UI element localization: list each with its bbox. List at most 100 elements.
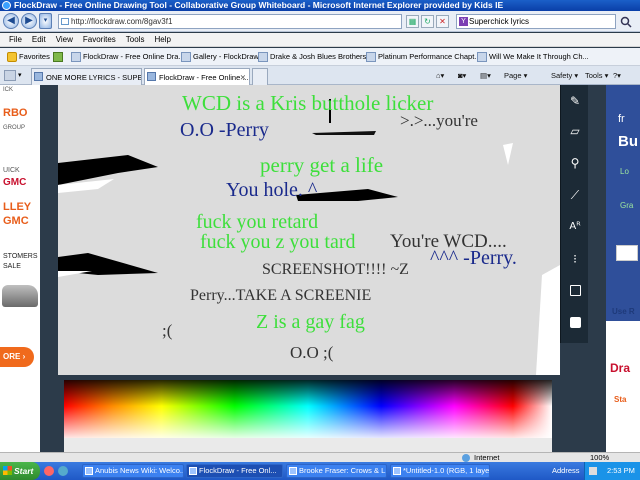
page-icon xyxy=(366,52,376,62)
favorite-item[interactable]: Drake & Josh Blues Brothers ... xyxy=(257,48,375,65)
canvas-text: perry get a life xyxy=(260,153,384,177)
ad-text: ICK xyxy=(3,87,14,93)
menu-tools-command[interactable]: Tools ▾ xyxy=(585,66,608,85)
canvas-text: ;( xyxy=(162,321,173,340)
taskbar-item[interactable]: Brooke Fraser: Crows & L... xyxy=(286,464,387,478)
ad-more-button[interactable]: ORE › xyxy=(0,347,34,367)
new-tab-button[interactable] xyxy=(252,68,268,85)
page-margin xyxy=(40,85,58,452)
menu-file[interactable]: File xyxy=(0,33,27,47)
tab-flockdraw[interactable]: FlockDraw - Free Online ... ✕ xyxy=(144,68,250,85)
tab-row: ▾ ONE MORE LYRICS - SUPE... FlockDraw - … xyxy=(0,66,640,85)
quicklaunch-icon[interactable] xyxy=(58,466,68,476)
tab-lyrics[interactable]: ONE MORE LYRICS - SUPE... xyxy=(31,68,142,85)
canvas-text: Perry...TAKE A SCREENIE xyxy=(190,287,372,304)
stop-icon[interactable]: ✕ xyxy=(436,15,449,28)
quick-tabs-icon[interactable] xyxy=(4,70,16,81)
flockdraw-favicon xyxy=(71,52,81,62)
canvas-text: O.O -Perry xyxy=(180,119,269,141)
tray-icon[interactable] xyxy=(589,467,597,475)
taskbar: Start Anubis News Wiki: Welco... FlockDr… xyxy=(0,462,640,480)
address-toolbar-label[interactable]: Address xyxy=(552,462,580,480)
favorites-button[interactable]: Favorites xyxy=(6,48,50,65)
help-icon[interactable]: ?▾ xyxy=(613,66,621,85)
ie-icon xyxy=(2,1,11,10)
status-bar: Internet 100% xyxy=(0,452,640,462)
menu-edit[interactable]: Edit xyxy=(27,33,51,47)
page-margin xyxy=(552,380,560,452)
line-icon[interactable]: ⟋ xyxy=(565,185,585,205)
color-square-icon[interactable] xyxy=(565,313,585,333)
drawing-canvas[interactable]: WCD is a Kris butthole licker O.O -Perry… xyxy=(58,85,560,375)
right-advertisement[interactable]: fr Bu Lo Gra Use R Dra Sta xyxy=(606,85,640,452)
window-icon xyxy=(85,467,93,475)
menu-view[interactable]: View xyxy=(51,33,78,47)
menu-page[interactable]: Page ▾ xyxy=(504,66,527,85)
eraser-icon[interactable]: ▱ xyxy=(565,121,585,141)
left-advertisement[interactable]: ICK RBO GROUP UICK GMC LLEY GMC STOMERS … xyxy=(0,85,40,452)
color-palette[interactable] xyxy=(64,380,552,438)
black-stroke-shape xyxy=(312,131,376,135)
refresh-icon[interactable]: ↻ xyxy=(421,15,434,28)
taskbar-item[interactable]: Anubis News Wiki: Welco... xyxy=(82,464,184,478)
ad-text: Dra xyxy=(610,361,631,375)
recent-pages-icon[interactable]: ▾ xyxy=(39,13,52,29)
canvas-text: fuck you z you tard xyxy=(200,231,356,253)
yahoo-search-icon: Y xyxy=(459,17,468,26)
canvas-text: O.O ;( xyxy=(290,343,334,362)
page-icon xyxy=(258,52,268,62)
taskbar-item[interactable]: *Untitled-1.0 (RGB, 1 laye... xyxy=(390,464,490,478)
ad-text: UICK xyxy=(3,167,20,174)
white-stroke-shape xyxy=(58,271,92,277)
menu-help[interactable]: Help xyxy=(149,33,175,47)
favorite-item[interactable]: Platinum Performance Chapt... xyxy=(365,48,481,65)
pencil-icon[interactable]: ✎ xyxy=(565,91,585,111)
white-stroke-shape xyxy=(536,265,560,375)
favorite-item[interactable]: Gallery - FlockDraw xyxy=(180,48,259,65)
taskbar-item-active[interactable]: FlockDraw - Free Onl... xyxy=(186,464,283,478)
close-tab-icon[interactable]: ✕ xyxy=(240,69,246,85)
text-icon[interactable]: Aᴿ xyxy=(565,217,585,237)
favorites-star-icon xyxy=(7,52,17,62)
back-button[interactable]: ◀ xyxy=(3,13,19,29)
search-icon[interactable] xyxy=(620,16,632,28)
search-input[interactable]: Y Superchick lyrics xyxy=(456,14,616,29)
brush-size-icon[interactable]: ⁝ xyxy=(565,249,585,269)
favorites-bar: Favorites FlockDraw - Free Online Dra...… xyxy=(0,48,640,66)
page-icon xyxy=(477,52,487,62)
palette-footer xyxy=(64,438,552,452)
clock: 2:53 PM xyxy=(607,466,635,475)
quicklaunch-icon[interactable] xyxy=(44,466,54,476)
address-input[interactable]: http://flockdraw.com/8gav3f1 xyxy=(58,14,402,29)
favorite-item[interactable]: Will We Make It Through Ch... xyxy=(476,48,640,65)
menu-tools[interactable]: Tools xyxy=(121,33,150,47)
ad-text: Gra xyxy=(620,201,634,210)
window-icon xyxy=(189,467,197,475)
forward-button[interactable]: ▶ xyxy=(21,13,37,29)
tab-favicon xyxy=(34,72,43,81)
window-title: FlockDraw - Free Online Drawing Tool - C… xyxy=(14,0,504,10)
envelope-icon xyxy=(616,245,638,261)
page-favicon-icon xyxy=(61,18,69,25)
add-favorite-icon[interactable] xyxy=(53,52,63,62)
ad-text: Lo xyxy=(620,167,629,176)
home-icon[interactable]: ⌂▾ xyxy=(436,66,444,85)
zoom-level[interactable]: 100% xyxy=(590,453,609,462)
page-margin xyxy=(588,85,606,452)
window-icon xyxy=(393,467,401,475)
menu-safety[interactable]: Safety ▾ xyxy=(551,66,578,85)
start-button[interactable]: Start xyxy=(0,462,40,480)
menu-favorites[interactable]: Favorites xyxy=(78,33,121,47)
fill-icon[interactable]: ⚲ xyxy=(565,153,585,173)
tab-list-icon[interactable]: ▾ xyxy=(18,70,27,81)
menu-bar: File Edit View Favorites Tools Help xyxy=(0,33,640,47)
feeds-icon[interactable]: ◙▾ xyxy=(458,66,466,85)
flockdraw-favicon xyxy=(181,52,191,62)
window-title-bar: FlockDraw - Free Online Drawing Tool - C… xyxy=(0,0,640,11)
favorite-item[interactable]: FlockDraw - Free Online Dra... xyxy=(70,48,185,65)
save-icon[interactable] xyxy=(565,281,585,301)
print-icon[interactable]: ▤▾ xyxy=(480,66,491,85)
compatibility-icon[interactable]: ▦ xyxy=(406,15,419,28)
white-stroke-shape xyxy=(503,143,513,165)
ad-text: GMC xyxy=(3,215,29,227)
